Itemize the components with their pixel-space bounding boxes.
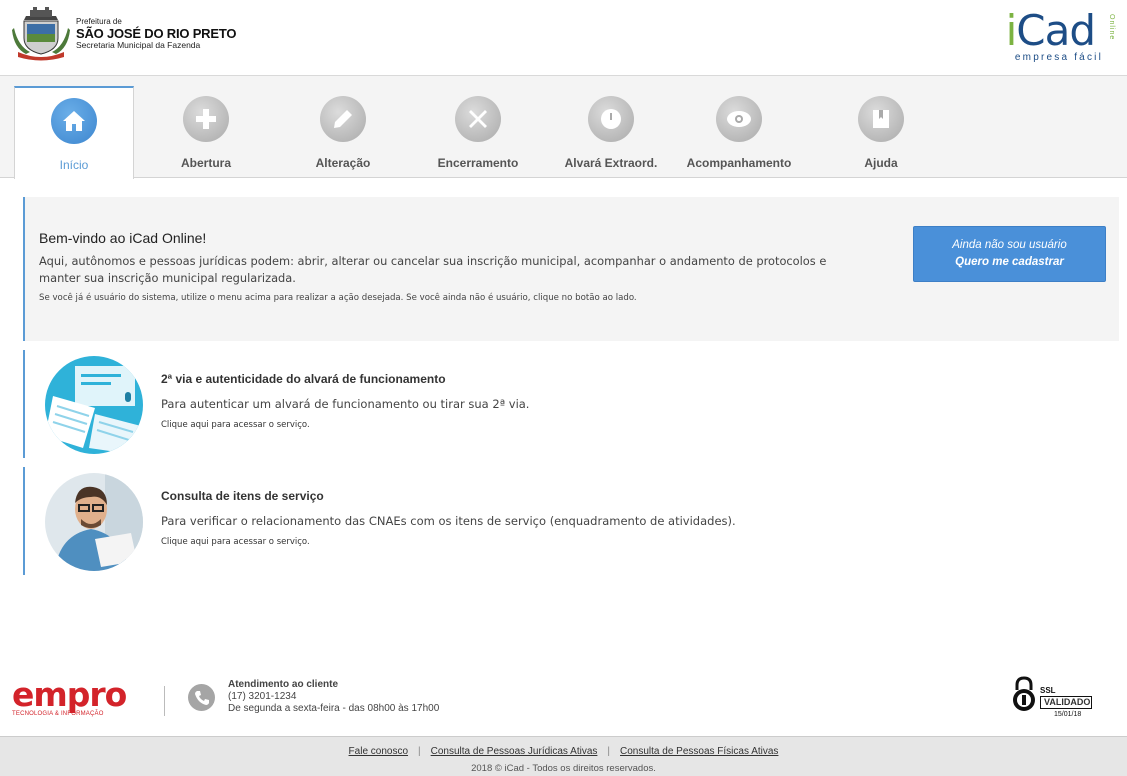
welcome-note: Se você já é usuário do sistema, utilize…	[39, 293, 637, 303]
contact-title: Atendimento ao cliente	[228, 679, 339, 690]
service-alvara[interactable]: 2ª via e autenticidade do alvará de func…	[23, 350, 1119, 458]
tab-label: Início	[59, 158, 89, 172]
service-title: Consulta de itens de serviço	[161, 489, 324, 503]
prefeitura-text: Prefeitura de SÃO JOSÉ DO RIO PRETO Secr…	[76, 17, 237, 50]
book-icon	[858, 96, 904, 142]
icad-logo[interactable]: iCad empresa fácil Online	[1003, 6, 1115, 66]
service-description: Para verificar o relacionamento das CNAE…	[161, 514, 736, 528]
tab-label: Alteração	[315, 156, 371, 170]
link-fale-conosco[interactable]: Fale conosco	[349, 746, 408, 757]
link-separator: |	[418, 746, 421, 757]
pencil-icon	[320, 96, 366, 142]
icad-cad: Cad	[1016, 6, 1096, 55]
service-itens-servico[interactable]: Consulta de itens de serviço Para verifi…	[23, 467, 1119, 575]
welcome-description: Aqui, autônomos e pessoas jurídicas pode…	[39, 254, 827, 285]
link-separator: |	[607, 746, 611, 757]
service-link[interactable]: Clique aqui para acessar o serviço.	[161, 537, 310, 547]
empro-wordmark: empro	[12, 675, 127, 714]
eye-icon	[716, 96, 762, 142]
contact-hours: De segunda a sexta-feira - das 08h00 às …	[228, 703, 440, 714]
welcome-panel: Bem-vindo ao iCad Online! Aqui, autônomo…	[23, 197, 1119, 341]
icad-online-vertical: Online	[1108, 14, 1115, 41]
tab-encerramento[interactable]: Encerramento	[418, 86, 538, 178]
tab-label: Alvará Extraord.	[564, 156, 658, 170]
tab-label: Ajuda	[864, 156, 898, 170]
secretaria-name: Secretaria Municipal da Fazenda	[76, 39, 201, 50]
register-button-line1: Ainda não sou usuário	[952, 239, 1067, 251]
home-icon	[51, 98, 97, 144]
header: Prefeitura de SÃO JOSÉ DO RIO PRETO Secr…	[0, 0, 1127, 76]
close-icon	[455, 96, 501, 142]
prefeitura-brand[interactable]: Prefeitura de SÃO JOSÉ DO RIO PRETO Secr…	[12, 6, 236, 62]
register-button[interactable]: Ainda não sou usuário Quero me cadastrar	[913, 226, 1106, 282]
copyright: 2018 © iCad - Todos os direitos reservad…	[471, 763, 656, 774]
welcome-title: Bem-vindo ao iCad Online!	[39, 230, 207, 246]
man-with-laptop-photo	[45, 473, 143, 571]
tab-label: Abertura	[180, 156, 231, 170]
contact-info: Atendimento ao cliente (17) 3201-1234 De…	[228, 679, 439, 715]
alvara-document-illustration	[45, 356, 143, 454]
footer-links: Fale conosco | Consulta de Pessoas Jurídic…	[0, 746, 1127, 757]
link-pessoas-juridicas[interactable]: Consulta de Pessoas Jurídicas Ativas	[431, 746, 598, 757]
tab-acompanhamento[interactable]: Acompanhamento	[679, 86, 799, 178]
register-button-line2: Quero me cadastrar	[955, 256, 1064, 268]
lock-icon	[1013, 676, 1035, 711]
footer-links-bar: Fale conosco | Consulta de Pessoas Jurídic…	[0, 736, 1127, 776]
ssl-date: 15/01/18	[1054, 711, 1082, 718]
tab-label: Acompanhamento	[686, 156, 792, 170]
icad-i: i	[1005, 6, 1018, 55]
service-link[interactable]: Clique aqui para acessar o serviço.	[161, 420, 310, 430]
ssl-label: SSL	[1040, 686, 1056, 695]
main-nav: Início Abertura Alteração Encerramento A…	[0, 76, 1127, 179]
tab-ajuda[interactable]: Ajuda	[821, 86, 941, 178]
clock-icon	[588, 96, 634, 142]
link-pessoas-fisicas[interactable]: Consulta de Pessoas Físicas Ativas	[620, 746, 778, 757]
tab-abertura[interactable]: Abertura	[146, 86, 266, 178]
icad-tagline: empresa fácil	[1014, 52, 1103, 63]
city-seal-logo	[12, 6, 70, 62]
service-title: 2ª via e autenticidade do alvará de func…	[161, 372, 446, 386]
city-name: SÃO JOSÉ DO RIO PRETO	[76, 25, 237, 41]
tab-label: Encerramento	[437, 156, 519, 170]
tab-alteracao[interactable]: Alteração	[283, 86, 403, 178]
phone-icon	[188, 684, 215, 711]
contact-phone: (17) 3201-1234	[228, 691, 297, 702]
footer-divider	[164, 686, 165, 716]
footer-info: empro TECNOLOGIA & INFORMAÇÃO Atendiment…	[0, 670, 1127, 732]
ssl-validated: VALIDADO	[1040, 696, 1092, 709]
tab-alvara-extraord[interactable]: Alvará Extraord.	[551, 86, 671, 178]
service-description: Para autenticar um alvará de funcionamen…	[161, 397, 530, 411]
tab-inicio[interactable]: Início	[14, 86, 134, 179]
plus-icon	[183, 96, 229, 142]
empro-logo[interactable]: empro TECNOLOGIA & INFORMAÇÃO	[12, 675, 127, 717]
ssl-seal[interactable]: SSL VALIDADO 15/01/18	[1012, 676, 1102, 728]
icad-wordmark: iCad	[1005, 6, 1096, 55]
